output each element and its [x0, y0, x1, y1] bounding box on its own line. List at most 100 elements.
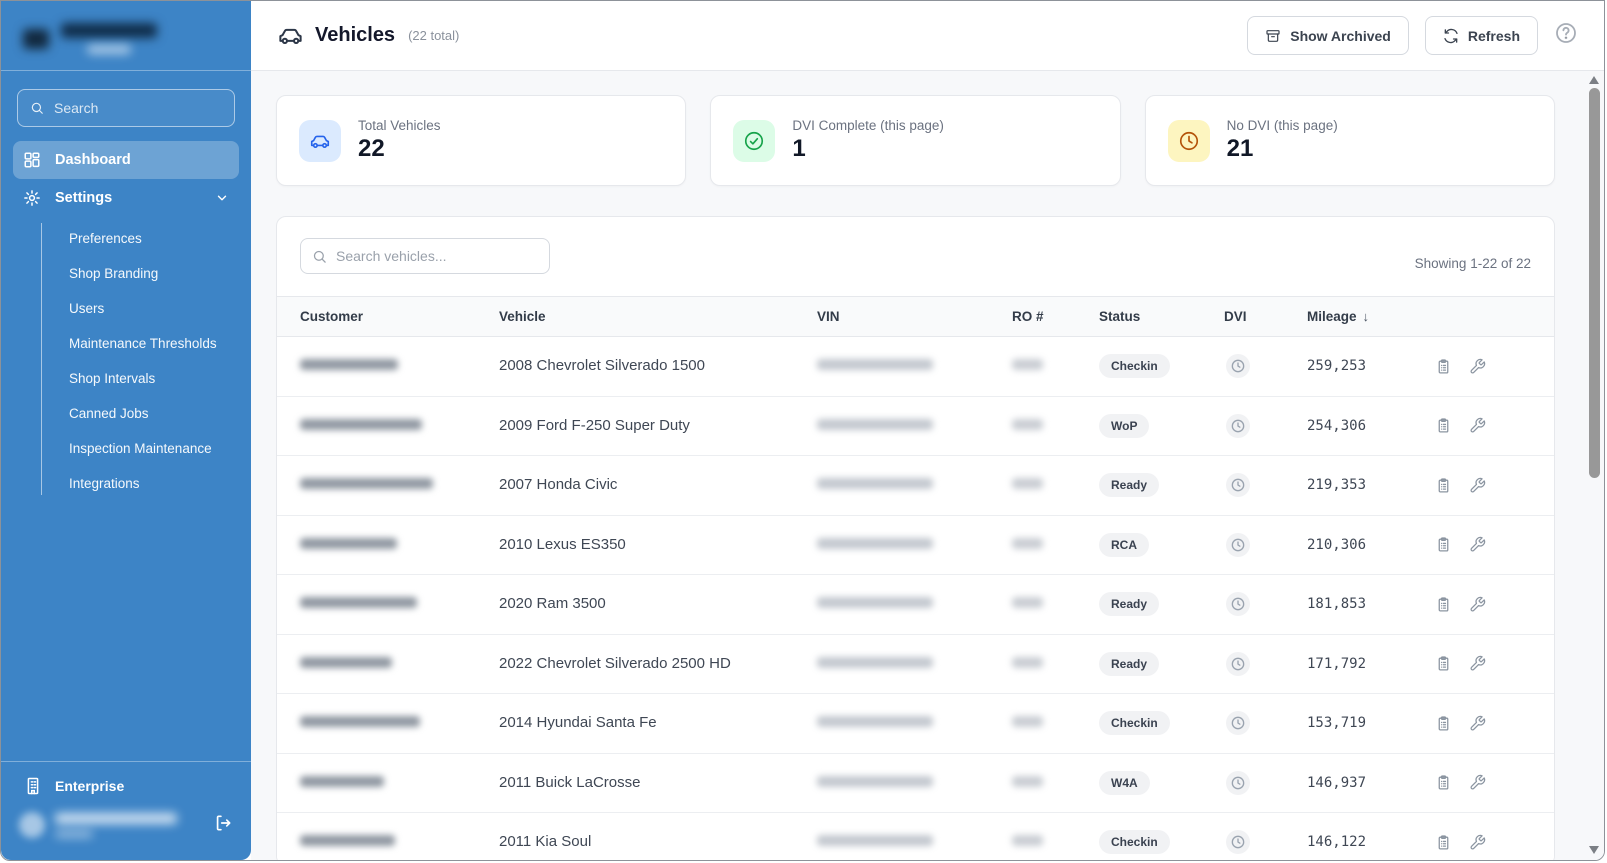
vehicle-name: 2014 Hyundai Santa Fe — [499, 714, 657, 731]
vehicle-name: 2011 Kia Soul — [499, 833, 591, 850]
sidebar-search-input[interactable] — [54, 100, 222, 116]
mileage-value: 219,353 — [1307, 477, 1366, 493]
table-row[interactable]: 2011 Buick LaCrosse W4A 146,937 — [277, 754, 1554, 814]
vin-redacted — [817, 597, 933, 608]
sidebar-item-canned-jobs[interactable]: Canned Jobs — [41, 396, 239, 431]
vehicles-search-input[interactable] — [336, 248, 538, 264]
wrench-icon[interactable] — [1469, 655, 1486, 672]
wrench-icon[interactable] — [1469, 358, 1486, 375]
vin-redacted — [817, 538, 933, 549]
clipboard-icon[interactable] — [1435, 358, 1452, 375]
wrench-icon[interactable] — [1469, 536, 1486, 553]
clipboard-icon[interactable] — [1435, 417, 1452, 434]
stat-label: No DVI (this page) — [1227, 118, 1338, 133]
scroll-down-arrow[interactable] — [1589, 846, 1599, 854]
ro-number-redacted — [1012, 419, 1043, 430]
sidebar-item-maintenance-thresholds[interactable]: Maintenance Thresholds — [41, 326, 239, 361]
dvi-pending-clock-icon — [1226, 414, 1250, 438]
mileage-value: 254,306 — [1307, 418, 1366, 434]
sidebar-subitem-label: Preferences — [69, 231, 142, 246]
sidebar-item-integrations[interactable]: Integrations — [41, 466, 239, 501]
app-window: Dashboard Settings Preferences Shop Bran… — [0, 0, 1605, 861]
clipboard-icon[interactable] — [1435, 655, 1452, 672]
user-account-row[interactable] — [1, 802, 251, 860]
pagination-summary: Showing 1-22 of 22 — [1415, 256, 1531, 271]
wrench-icon[interactable] — [1469, 477, 1486, 494]
scrollbar-thumb[interactable] — [1589, 88, 1600, 478]
stat-card-total-vehicles: Total Vehicles 22 — [276, 95, 686, 186]
vin-redacted — [817, 776, 933, 787]
clipboard-icon[interactable] — [1435, 536, 1452, 553]
vin-redacted — [817, 716, 933, 727]
table-row[interactable]: 2008 Chevrolet Silverado 1500 Checkin 25… — [277, 337, 1554, 397]
dvi-pending-clock-icon — [1226, 354, 1250, 378]
status-badge: Checkin — [1099, 354, 1170, 378]
clock-icon — [1168, 120, 1210, 162]
column-header-dvi[interactable]: DVI — [1224, 309, 1307, 324]
sidebar: Dashboard Settings Preferences Shop Bran… — [1, 1, 251, 860]
vehicle-name: 2009 Ford F-250 Super Duty — [499, 417, 690, 434]
column-header-ro[interactable]: RO # — [1012, 309, 1099, 324]
status-badge: WoP — [1099, 414, 1149, 438]
sidebar-subitem-label: Inspection Maintenance — [69, 441, 212, 456]
status-badge: Ready — [1099, 592, 1159, 616]
dvi-pending-clock-icon — [1226, 592, 1250, 616]
scroll-up-arrow[interactable] — [1589, 76, 1599, 84]
wrench-icon[interactable] — [1469, 715, 1486, 732]
logout-icon[interactable] — [213, 813, 233, 838]
column-header-customer[interactable]: Customer — [300, 309, 499, 324]
subnav-indent-guide — [41, 223, 42, 495]
mileage-value: 171,792 — [1307, 656, 1366, 672]
refresh-label: Refresh — [1468, 28, 1520, 44]
customer-name-redacted — [300, 776, 384, 787]
column-header-vin[interactable]: VIN — [817, 309, 1012, 324]
sidebar-item-inspection-maintenance[interactable]: Inspection Maintenance — [41, 431, 239, 466]
clipboard-icon[interactable] — [1435, 834, 1452, 851]
ro-number-redacted — [1012, 835, 1043, 846]
clipboard-icon[interactable] — [1435, 774, 1452, 791]
clipboard-icon[interactable] — [1435, 715, 1452, 732]
ro-number-redacted — [1012, 716, 1043, 727]
vertical-scrollbar[interactable] — [1587, 74, 1602, 856]
vin-redacted — [817, 419, 933, 430]
show-archived-button[interactable]: Show Archived — [1247, 16, 1409, 55]
chevron-down-icon — [215, 191, 229, 205]
sidebar-item-label: Dashboard — [55, 152, 131, 168]
help-icon[interactable] — [1554, 21, 1578, 50]
sidebar-item-users[interactable]: Users — [41, 291, 239, 326]
table-row[interactable]: 2010 Lexus ES350 RCA 210,306 — [277, 516, 1554, 576]
table-row[interactable]: 2020 Ram 3500 Ready 181,853 — [277, 575, 1554, 635]
sidebar-item-settings[interactable]: Settings — [13, 179, 239, 217]
sidebar-item-enterprise[interactable]: Enterprise — [1, 762, 251, 802]
sidebar-item-shop-branding[interactable]: Shop Branding — [41, 256, 239, 291]
table-row[interactable]: 2007 Honda Civic Ready 219,353 — [277, 456, 1554, 516]
sidebar-item-dashboard[interactable]: Dashboard — [13, 141, 239, 179]
customer-name-redacted — [300, 835, 395, 846]
table-row[interactable]: 2014 Hyundai Santa Fe Checkin 153,719 — [277, 694, 1554, 754]
car-icon — [277, 22, 304, 49]
stat-label: Total Vehicles — [358, 118, 441, 133]
refresh-button[interactable]: Refresh — [1425, 16, 1538, 55]
sidebar-search[interactable] — [17, 89, 235, 127]
dashboard-grid-icon — [23, 151, 41, 169]
dvi-pending-clock-icon — [1226, 711, 1250, 735]
table-row[interactable]: 2022 Chevrolet Silverado 2500 HD Ready 1… — [277, 635, 1554, 695]
sidebar-item-shop-intervals[interactable]: Shop Intervals — [41, 361, 239, 396]
mileage-value: 181,853 — [1307, 596, 1366, 612]
column-header-status[interactable]: Status — [1099, 309, 1224, 324]
dvi-pending-clock-icon — [1226, 533, 1250, 557]
mileage-value: 146,937 — [1307, 775, 1366, 791]
table-row[interactable]: 2009 Ford F-250 Super Duty WoP 254,306 — [277, 397, 1554, 457]
wrench-icon[interactable] — [1469, 417, 1486, 434]
clipboard-icon[interactable] — [1435, 477, 1452, 494]
page-title: Vehicles — [315, 24, 395, 47]
table-row[interactable]: 2011 Kia Soul Checkin 146,122 — [277, 813, 1554, 860]
sidebar-item-preferences[interactable]: Preferences — [41, 221, 239, 256]
vehicles-search[interactable] — [300, 238, 550, 274]
column-header-vehicle[interactable]: Vehicle — [499, 309, 817, 324]
column-header-mileage[interactable]: Mileage↓ — [1307, 309, 1435, 324]
wrench-icon[interactable] — [1469, 834, 1486, 851]
clipboard-icon[interactable] — [1435, 596, 1452, 613]
wrench-icon[interactable] — [1469, 596, 1486, 613]
wrench-icon[interactable] — [1469, 774, 1486, 791]
